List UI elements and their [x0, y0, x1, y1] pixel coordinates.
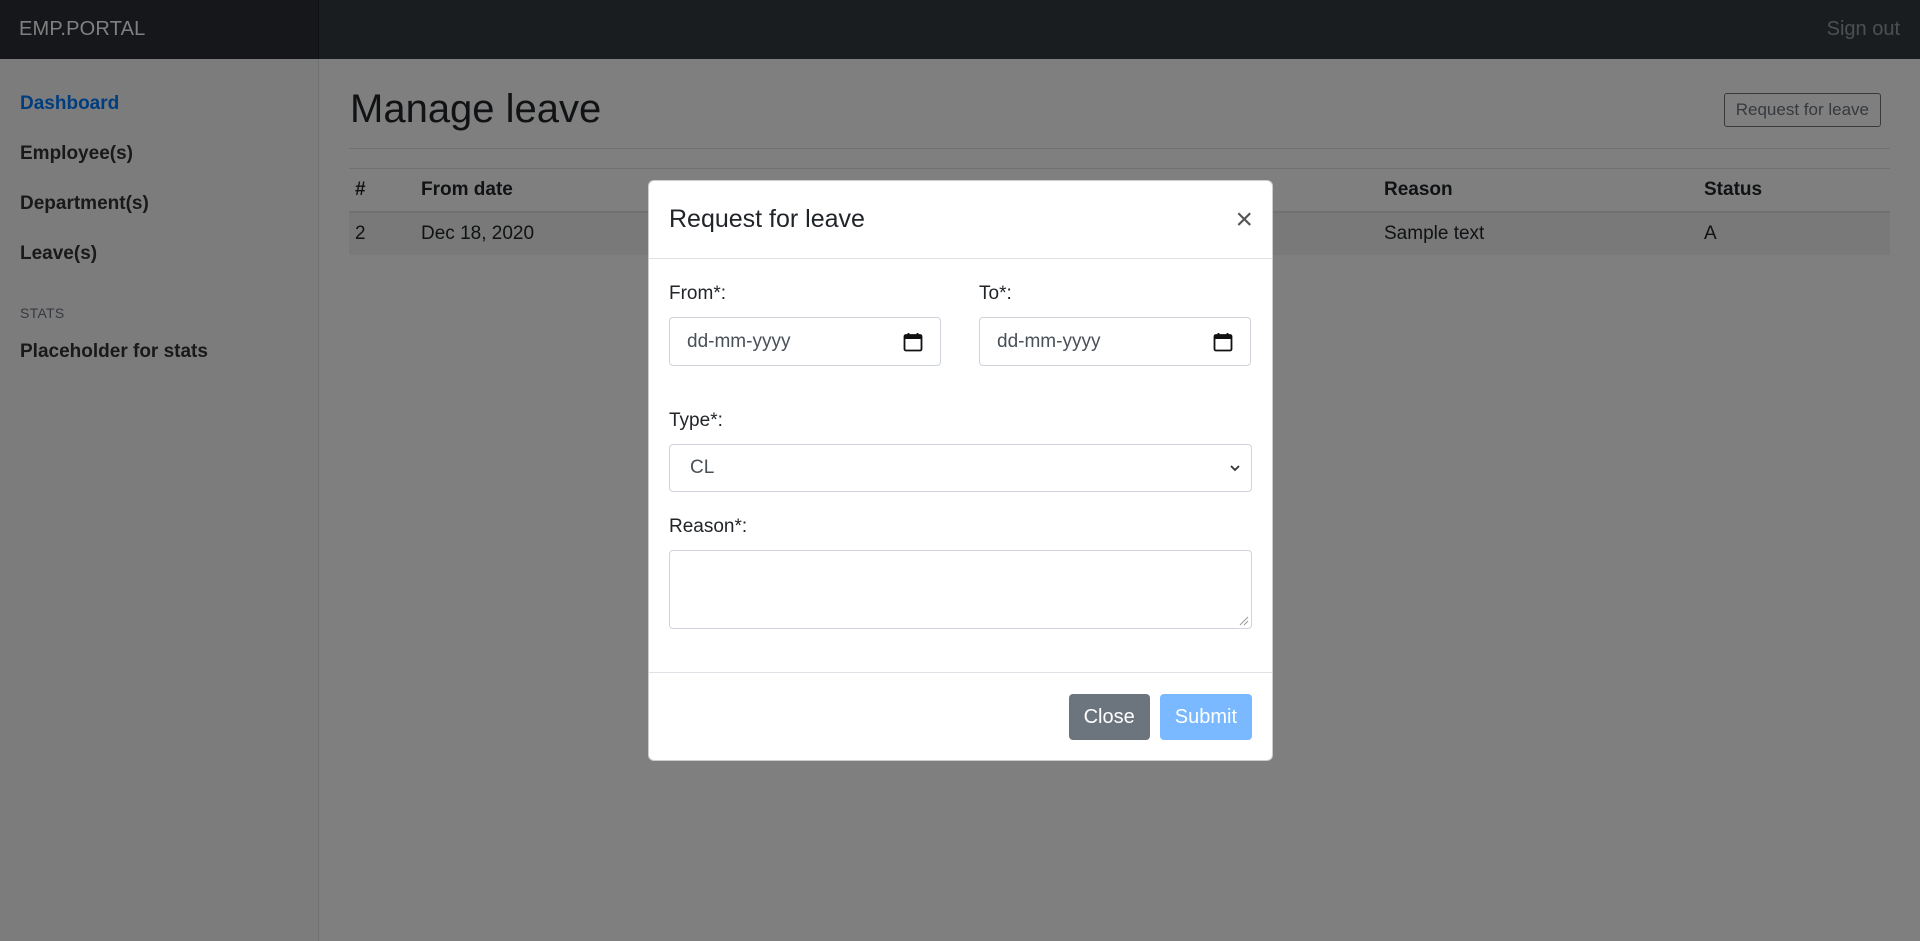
to-label: To*:: [979, 283, 1012, 304]
request-leave-modal: Request for leave × From*: dd-mm-yyyy To…: [648, 180, 1273, 761]
submit-button[interactable]: Submit: [1159, 694, 1252, 740]
from-label: From*:: [669, 283, 726, 304]
type-label: Type*:: [669, 410, 723, 431]
type-select[interactable]: CL: [669, 444, 1252, 492]
modal-header: Request for leave ×: [649, 181, 1272, 259]
from-date-placeholder: dd-mm-yyyy: [687, 330, 791, 352]
modal-title: Request for leave: [669, 205, 865, 233]
reason-label: Reason*:: [669, 516, 748, 537]
resize-handle-icon[interactable]: [1239, 616, 1249, 626]
calendar-icon[interactable]: [1213, 332, 1233, 352]
chevron-down-icon: [1230, 465, 1240, 472]
type-selected-value: CL: [690, 457, 715, 478]
to-date-input[interactable]: dd-mm-yyyy: [979, 317, 1251, 366]
to-date-placeholder: dd-mm-yyyy: [997, 330, 1101, 352]
close-icon[interactable]: ×: [1235, 204, 1253, 235]
modal-body: From*: dd-mm-yyyy To*: dd-mm-yyyy Type*:…: [649, 259, 1272, 673]
from-date-input[interactable]: dd-mm-yyyy: [669, 317, 941, 366]
modal-footer: Close Submit: [649, 673, 1272, 761]
calendar-icon[interactable]: [903, 332, 923, 352]
close-button[interactable]: Close: [1068, 694, 1150, 740]
reason-textarea[interactable]: [669, 550, 1252, 629]
